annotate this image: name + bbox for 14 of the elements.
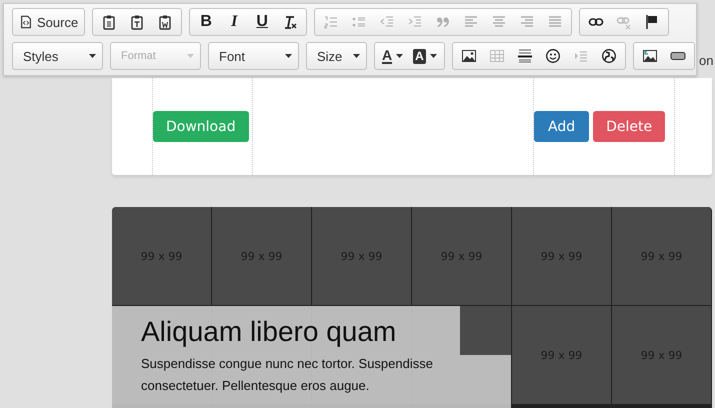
dropdown[interactable]: Font [209, 43, 298, 69]
delete-button[interactable]: Delete [593, 111, 666, 142]
bold-button[interactable]: B [192, 10, 220, 34]
label-fragment: on [699, 53, 714, 68]
background-color-button[interactable]: A [408, 44, 442, 68]
caption-title: Aliquam libero quam [141, 316, 396, 348]
text-color-button[interactable]: A [377, 44, 408, 68]
underline-button[interactable]: U [248, 10, 276, 34]
caption-text: Suspendisse congue nunc nec tortor. Suspendisse consectetuer. Pellentesque eros augue. [141, 355, 434, 395]
source-button[interactable]: Source [15, 10, 82, 34]
add-button[interactable]: Add [534, 111, 590, 142]
italic-button[interactable]: I [220, 10, 248, 34]
dropdown[interactable]: Size [307, 43, 366, 69]
dropdown[interactable]: Styles [13, 43, 102, 69]
